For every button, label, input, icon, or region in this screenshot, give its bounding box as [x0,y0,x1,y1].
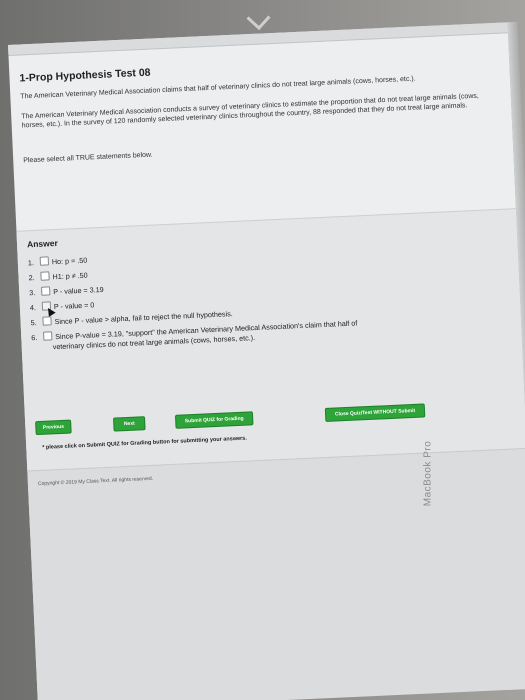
answer-heading: Answer [26,237,58,250]
option-number: 2. [28,273,35,283]
checkbox[interactable] [43,331,53,341]
option-text: Ho: p = .50 [51,255,88,267]
question-panel: 1-Prop Hypothesis Test 08 The American V… [9,50,515,223]
question-title: 1-Prop Hypothesis Test 08 [19,66,151,85]
quiz-page: 1-Prop Hypothesis Test 08 The American V… [8,6,525,700]
photo-frame: 1-Prop Hypothesis Test 08 The American V… [0,0,525,700]
instruction-note: * please click on Submit QUIZ for Gradin… [42,435,247,451]
option-number: 4. [29,303,37,313]
quiz-button-row: Previous Next Submit QUIZ for Grading Cl… [35,399,515,436]
option-text: P - value = 0 [53,300,95,312]
spiral-binding-decoration [520,40,521,41]
option-number: 1. [27,258,35,268]
option-number: 6. [31,332,38,343]
option-number: 5. [30,317,37,328]
option-number: 3. [29,288,36,298]
answer-panel: Answer 1. Ho: p = .50 2. H1: p ≠ .50 3. P -… [16,208,525,472]
checkbox[interactable] [42,316,52,326]
next-button[interactable]: Next [113,416,146,432]
chevron-down-icon[interactable] [246,6,271,31]
page-footer: Copyright © 2019 My Class Text, All righ… [27,447,525,700]
option-text: H1: p ≠ .50 [52,270,88,282]
checkbox[interactable] [39,256,50,266]
question-prompt: Please select all TRUE statements below. [23,151,153,165]
option-text: P - value = 3.19 [53,284,104,297]
checkbox[interactable] [41,286,51,296]
browser-page-scene: 1-Prop Hypothesis Test 08 The American V… [8,6,525,700]
laptop-brand-label: MacBook Pro [422,440,434,507]
close-quiz-button[interactable]: Close Quiz/Test WITHOUT Submit [324,403,426,422]
submit-quiz-button[interactable]: Submit QUIZ for Grading [174,411,254,429]
previous-button[interactable]: Previous [35,419,72,436]
copyright-text: Copyright © 2019 My Class Text, All righ… [37,475,154,488]
checkbox[interactable] [40,271,50,281]
